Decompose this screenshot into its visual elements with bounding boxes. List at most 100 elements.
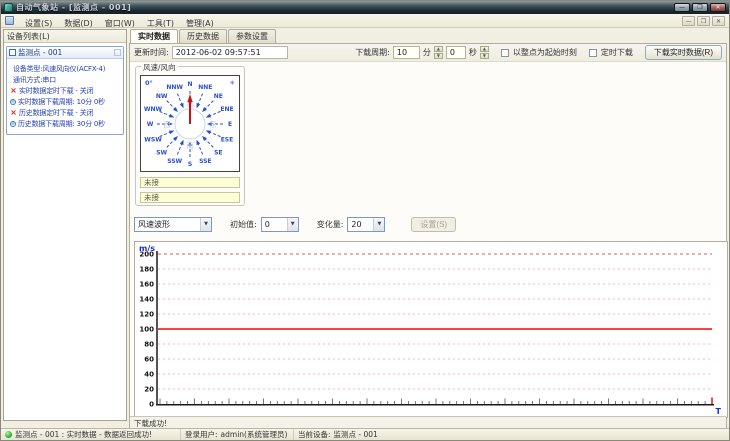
device-detail-text: 历史数据下载周期: 30分 0秒 — [18, 119, 105, 128]
status-message: 监测点 - 001 : 实时数据 - 数据返回成功! — [15, 430, 153, 439]
waveform-controls: 风速波形 ▼ 初始值: 0 ▼ 变化量: 20 ▼ 设置(S) — [134, 216, 457, 232]
device-node-header[interactable]: 监测点 - 001 — [7, 47, 123, 59]
compass-direction-label: N — [187, 81, 192, 88]
compass-direction-label: SSW — [167, 158, 182, 165]
current-device-segment: 当前设备: 监测点 - 001 — [294, 429, 729, 440]
tab-strip: 实时数据 历史数据 参数设置 — [129, 29, 727, 43]
device-detail-row: × 实时数据定时下载 - 关闭 — [9, 85, 121, 96]
compass-direction-label: SW — [156, 149, 167, 156]
download-status-text: 下载成功! — [130, 416, 726, 428]
x-axis-unit-label: T — [716, 407, 722, 416]
chevron-down-icon: ▼ — [286, 217, 298, 231]
y-axis-tick-label: 80 — [144, 341, 154, 349]
mdi-close-button[interactable]: ✕ — [712, 15, 725, 26]
compass-degree-label: 0° — [145, 79, 153, 87]
download-controls: 下载周期: 10 分 ▲ ▼ 0 秒 ▲ ▼ 以整点为起始时刻 定时下载 下载实时数… — [355, 45, 722, 60]
y-axis-tick-label: 60 — [144, 356, 154, 364]
app-icon — [4, 3, 13, 12]
change-amount-select[interactable]: 20 ▼ — [347, 216, 386, 232]
settings-button[interactable]: 设置(S) — [411, 216, 457, 232]
wind-compass: NNNENEENEEESESESSESSSWSWWSWWWNWNWNNW北南东西… — [140, 75, 240, 172]
device-detail-row: 实时数据下载周期: 10分 0秒 — [9, 96, 121, 107]
current-device-label: 当前设备: — [298, 430, 331, 439]
menu-item[interactable]: 管理(A) — [180, 18, 220, 29]
wind-speed-chart: 200 180 160 140 120 100 80 60 40 20 0 m/s T — [134, 241, 728, 418]
y-axis-tick-label: 100 — [139, 326, 154, 334]
device-grid-icon — [9, 49, 16, 56]
minutes-input[interactable]: 10 — [392, 46, 420, 59]
compass-direction-label: NE — [214, 93, 223, 100]
checkbox-hour-start-label[interactable]: 以整点为起始时刻 — [513, 47, 577, 58]
menu-item[interactable]: 设置(S) — [19, 18, 58, 29]
mdi-restore-button[interactable]: ❐ — [697, 15, 710, 26]
child-window-icon[interactable] — [5, 16, 14, 25]
data-panel: 实时数据 历史数据 参数设置 更新时间: 2012-06-02 09:57:51 下… — [129, 29, 728, 429]
menu-item[interactable]: 窗口(W) — [99, 18, 141, 29]
initial-value: 0 — [264, 219, 270, 229]
app-window: 自动气象站 - [监测点 - 001] — ❐ ✕ 设置(S) 数据(D) 窗口(W… — [0, 0, 730, 441]
compass-direction-label: W — [147, 121, 154, 128]
y-axis-tick-label: 160 — [139, 281, 154, 289]
device-detail-row: 通讯方式:串口 — [9, 74, 121, 85]
menu-item[interactable]: 数据(D) — [58, 18, 98, 29]
y-axis-tick-label: 120 — [139, 311, 154, 319]
device-list-body: 监测点 - 001 设备类型:风速风向仪(ACFX-4) 通讯方式:串口 × 实时数据… — [4, 43, 126, 420]
compass-direction-label: S — [188, 161, 192, 168]
y-axis-tick-label: 20 — [144, 386, 154, 394]
compass-cn-label: 东 — [209, 119, 217, 129]
tab-历史数据[interactable]: 历史数据 — [179, 29, 227, 43]
minutes-spinner[interactable]: ▲ ▼ — [433, 46, 443, 59]
seconds-spinner[interactable]: ▲ ▼ — [479, 46, 489, 59]
device-node[interactable]: 监测点 - 001 设备类型:风速风向仪(ACFX-4) 通讯方式:串口 × 实时数据… — [6, 46, 124, 135]
checkbox-timed-download[interactable] — [588, 48, 597, 57]
tab-参数设置[interactable]: 参数设置 — [228, 29, 276, 43]
current-device-value: 监测点 - 001 — [333, 430, 378, 439]
device-detail-text: 历史数据定时下载 - 关闭 — [19, 108, 94, 117]
download-realtime-button[interactable]: 下载实时数据(R) — [644, 45, 722, 60]
maximize-button[interactable]: ❐ — [692, 3, 708, 12]
wind-group-title: 风速/风向 — [141, 62, 178, 73]
update-time-value: 2012-06-02 09:57:51 — [171, 46, 288, 59]
close-button[interactable]: ✕ — [710, 3, 726, 12]
compass-direction-label: NW — [156, 93, 168, 100]
checkbox-timed-download-label[interactable]: 定时下载 — [601, 47, 633, 58]
menu-bar: 设置(S) 数据(D) 窗口(W) 工具(T) 管理(A) — ❐ ✕ — [1, 14, 729, 28]
wind-group: 风速/风向 N NNE NE ENE E ESE SE SSE S SSW SW WSW W WNW NW N… — [135, 62, 245, 206]
device-detail-row: 历史数据下载周期: 30分 0秒 — [9, 118, 121, 129]
login-user-value: admin(系统管理员) — [220, 430, 288, 439]
status-message-segment: 监测点 - 001 : 实时数据 - 数据返回成功! — [1, 429, 181, 440]
compass-direction-label: ENE — [220, 106, 233, 113]
seconds-input[interactable]: 0 — [445, 46, 466, 59]
y-axis-tick-label: 140 — [139, 296, 154, 304]
spin-up-icon[interactable]: ▲ — [479, 46, 489, 52]
y-axis-tick-label: 180 — [139, 266, 154, 274]
compass-direction-label: SE — [214, 149, 222, 156]
spin-down-icon[interactable]: ▼ — [433, 53, 443, 59]
device-node-title: 监测点 - 001 — [18, 48, 63, 57]
y-axis-tick-label: 0 — [149, 401, 154, 409]
minutes-unit-label: 分 — [422, 48, 431, 57]
device-detail-row: × 历史数据定时下载 - 关闭 — [9, 107, 121, 118]
mdi-minimize-button[interactable]: — — [682, 15, 695, 26]
mdi-window-controls: — ❐ ✕ — [682, 15, 725, 26]
success-icon — [5, 431, 12, 438]
compass-cn-label: 南 — [186, 140, 194, 150]
waveform-select[interactable]: 风速波形 ▼ — [134, 216, 212, 232]
login-user-label: 登录用户: — [185, 430, 218, 439]
tab-实时数据[interactable]: 实时数据 — [130, 29, 178, 43]
spin-up-icon[interactable]: ▲ — [433, 46, 443, 52]
device-detail-row: 设备类型:风速风向仪(ACFX-4) — [9, 63, 121, 74]
x-icon: × — [10, 107, 17, 117]
menu-item[interactable]: 工具(T) — [141, 18, 180, 29]
wind-speed-field: 未接 — [140, 177, 240, 188]
chevron-down-icon: ▼ — [373, 217, 385, 231]
spin-down-icon[interactable]: ▼ — [479, 53, 489, 59]
minimize-button[interactable]: — — [674, 3, 690, 12]
checkbox-hour-start[interactable] — [500, 48, 509, 57]
download-period-label: 下载周期: — [355, 48, 390, 57]
device-list-panel: 设备列表(L) 监测点 - 001 设备类型:风速风向仪(ACFX-4) 通讯方式… — [3, 29, 127, 421]
compass-svg: NNNENEENEEESESESSESSSWSWWSWWWNWNWNNW北南东西… — [144, 79, 236, 168]
y-axis-tick-label: 40 — [144, 371, 154, 379]
initial-value-select[interactable]: 0 ▼ — [260, 216, 299, 232]
node-pin-icon[interactable] — [114, 49, 121, 56]
